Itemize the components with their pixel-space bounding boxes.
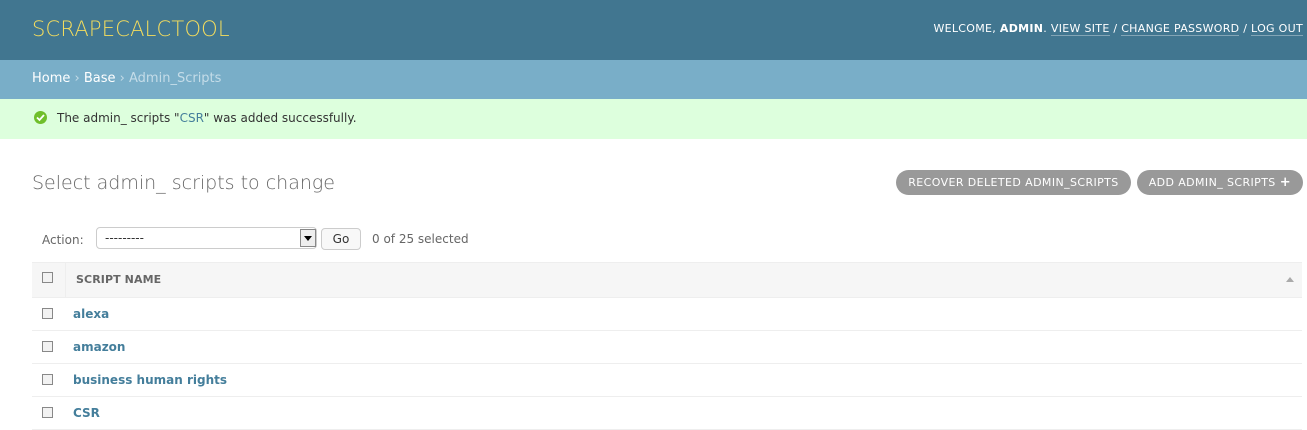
header: SCRAPECALCTOOL WELCOME, ADMIN. VIEW SITE… — [0, 0, 1307, 60]
plus-icon: + — [1279, 175, 1291, 190]
welcome-prefix: WELCOME, — [933, 22, 1000, 35]
table-row: amazon — [32, 331, 1302, 364]
script-name-link[interactable]: business human rights — [73, 373, 227, 387]
breadcrumb-home[interactable]: Home — [32, 71, 70, 86]
message-object-link[interactable]: CSR — [180, 111, 204, 125]
script-name-link[interactable]: amazon — [73, 340, 125, 354]
checkmark-icon — [34, 111, 47, 124]
row-checkbox[interactable] — [42, 341, 53, 352]
row-checkbox[interactable] — [42, 308, 53, 319]
recover-deleted-button[interactable]: RECOVER DELETED ADMIN_SCRIPTS — [896, 170, 1131, 195]
table-header: SCRIPT NAME — [32, 262, 1302, 298]
add-script-label: ADD ADMIN_ SCRIPTS — [1148, 176, 1276, 189]
breadcrumb-base[interactable]: Base — [84, 71, 116, 86]
breadcrumb-separator: › — [119, 71, 125, 86]
table-row: alexa — [32, 298, 1302, 331]
script-name-link[interactable]: CSR — [73, 406, 100, 420]
row-checkbox[interactable] — [42, 407, 53, 418]
breadcrumb-current: Admin_Scripts — [129, 71, 222, 86]
view-site-link[interactable]: VIEW SITE — [1050, 22, 1110, 36]
dropdown-arrow-icon[interactable] — [300, 229, 316, 247]
add-script-button[interactable]: ADD ADMIN_ SCRIPTS + — [1136, 170, 1303, 195]
message-suffix: " was added successfully. — [203, 111, 357, 125]
message-prefix: The admin_ scripts " — [57, 111, 180, 125]
breadcrumb-separator: › — [74, 71, 80, 86]
selection-counter: 0 of 25 selected — [372, 232, 469, 246]
username: ADMIN — [999, 22, 1044, 35]
separator: / — [1239, 22, 1252, 35]
select-all-checkbox[interactable] — [42, 272, 53, 283]
actions-bar: Action: --------- Go 0 of 25 selected — [32, 227, 1307, 253]
change-password-link[interactable]: CHANGE PASSWORD — [1121, 22, 1240, 36]
table-row: CSR — [32, 397, 1302, 430]
user-tools: WELCOME, ADMIN. VIEW SITE / CHANGE PASSW… — [933, 22, 1303, 36]
separator: / — [1109, 22, 1122, 35]
success-message: The admin_ scripts "CSR" was added succe… — [0, 99, 1307, 139]
go-button[interactable]: Go — [321, 228, 361, 250]
action-select[interactable]: --------- — [96, 227, 317, 249]
script-name-link[interactable]: alexa — [73, 307, 109, 321]
column-header-script-name[interactable]: SCRIPT NAME — [65, 263, 1226, 297]
table-row: business human rights — [32, 364, 1302, 397]
action-select-value: --------- — [105, 231, 144, 245]
page-title: Select admin_ scripts to change — [32, 172, 335, 194]
action-label: Action: — [42, 233, 84, 247]
object-tools: RECOVER DELETED ADMIN_SCRIPTS ADD ADMIN_… — [896, 170, 1303, 195]
site-branding[interactable]: SCRAPECALCTOOL — [32, 17, 230, 41]
log-out-link[interactable]: LOG OUT — [1251, 22, 1303, 36]
results-table: SCRIPT NAME alexa amazon business human … — [32, 262, 1302, 430]
breadcrumb: Home › Base › Admin_Scripts — [0, 60, 1307, 99]
sort-ascending-icon[interactable] — [1286, 277, 1294, 282]
row-checkbox[interactable] — [42, 374, 53, 385]
